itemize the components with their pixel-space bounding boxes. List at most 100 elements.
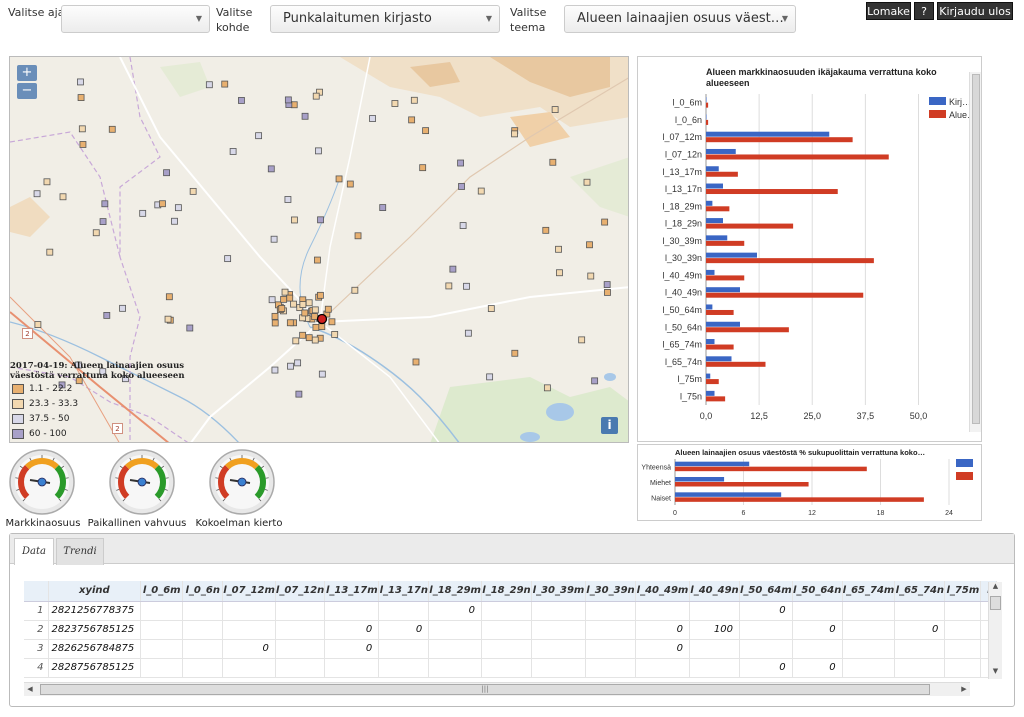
table-horizontal-scrollbar[interactable]: ◀ ||| ▶	[24, 682, 970, 696]
category-label: l_65_74m	[662, 340, 702, 350]
category-label: Naiset	[651, 495, 671, 502]
table-cell	[428, 639, 482, 659]
legend-swatch	[12, 398, 24, 409]
zoom-out-button[interactable]: −	[17, 83, 37, 99]
table-cell	[944, 620, 982, 640]
tab-trendi[interactable]: Trendi	[56, 538, 104, 565]
column-header[interactable]: l_40_49m	[635, 581, 690, 602]
grid-cell	[301, 309, 309, 317]
table-cell	[275, 639, 326, 659]
table-vertical-scrollbar[interactable]: ▲ ▼	[988, 582, 1002, 679]
scroll-up-icon[interactable]: ▲	[989, 582, 1002, 594]
grid-cell	[139, 209, 147, 217]
help-button[interactable]: ?	[914, 2, 934, 20]
teema-select[interactable]: Alueen lainaajien osuus väest… ▼	[564, 5, 796, 33]
teema-value: Alueen lainaajien osuus väest…	[577, 11, 784, 26]
grid-cell	[449, 265, 457, 273]
grid-cell	[604, 289, 611, 296]
table-cell: 0	[635, 620, 690, 640]
table-cell	[792, 601, 843, 621]
column-header[interactable]: l_65_74n	[894, 581, 946, 602]
table-row[interactable]: 3 2826256784875 0 0 0	[24, 639, 998, 659]
bar	[706, 390, 715, 396]
grid-cell	[578, 336, 586, 344]
table-cell: 0	[635, 639, 690, 659]
grid-cell	[287, 362, 294, 370]
category-label: l_13_17m	[662, 167, 702, 177]
grid-cell	[391, 100, 399, 107]
table-cell	[378, 601, 430, 621]
logout-button[interactable]: Kirjaudu ulos	[937, 2, 1013, 20]
scroll-thumb[interactable]	[990, 596, 1001, 610]
bar	[706, 379, 719, 385]
kohde-select[interactable]: Punkalaitumen kirjasto ▼	[270, 5, 500, 33]
scroll-down-icon[interactable]: ▼	[989, 667, 1002, 679]
grid-cell	[119, 304, 126, 312]
chart-scrollbar[interactable]	[969, 72, 981, 432]
ajankohta-select[interactable]: ▼	[61, 5, 210, 33]
column-header[interactable]: l_0_6n	[182, 581, 224, 602]
column-header[interactable]: l_18_29n	[481, 581, 532, 602]
grid-cell	[328, 318, 336, 326]
grid-cell	[551, 106, 559, 113]
grid-cell	[46, 248, 54, 256]
column-header[interactable]: l_0_6m	[140, 581, 184, 602]
column-header[interactable]: l_30_39m	[531, 581, 586, 602]
scroll-right-icon[interactable]: ▶	[958, 683, 970, 696]
grid-cell	[410, 96, 418, 104]
bar	[706, 361, 766, 367]
grid-cell	[290, 300, 297, 308]
bar	[675, 497, 924, 502]
grid-cell	[163, 169, 170, 177]
column-header[interactable]	[24, 581, 49, 602]
table-cell	[842, 620, 896, 640]
gauge-hub	[137, 477, 147, 487]
column-header[interactable]: l_07_12m	[222, 581, 276, 602]
table-row[interactable]: 1 2821256778375 0 0	[24, 601, 998, 621]
category-label: l_30_39m	[662, 236, 702, 246]
bar	[675, 461, 750, 467]
legend-item: 23.3 - 33.3	[10, 396, 210, 411]
xyind-cell: 2828756785125	[48, 658, 142, 678]
legend-title: 2017-04-19: Alueen lainaajien osuus väes…	[10, 361, 185, 381]
table-cell: 0	[324, 620, 380, 640]
table-row[interactable]: 2 2823756785125 0 0 0 100 0 0	[24, 620, 998, 640]
lomake-button[interactable]: Lomake	[866, 2, 911, 20]
teema-label: Valitse teema	[510, 6, 547, 34]
grid-cell	[511, 349, 519, 357]
legend-swatch	[956, 459, 973, 467]
column-header[interactable]: l_40_49n	[689, 581, 740, 602]
table-cell	[689, 639, 740, 659]
tab-data[interactable]: Data	[14, 538, 54, 565]
scroll-left-icon[interactable]: ◀	[24, 683, 36, 696]
grid-cell	[229, 148, 237, 155]
column-header[interactable]: l_50_64n	[792, 581, 843, 602]
column-header[interactable]: l_13_17m	[324, 581, 380, 602]
column-header[interactable]: l_18_29m	[428, 581, 482, 602]
column-header[interactable]: l_30_39n	[585, 581, 636, 602]
column-header[interactable]: l_75m	[944, 581, 982, 602]
scroll-thumb[interactable]: |||	[40, 684, 930, 695]
gauge-label: Markkinaosuus	[5, 518, 81, 529]
column-header[interactable]: l_50_64m	[739, 581, 793, 602]
table-cell	[481, 658, 532, 678]
legend-swatch	[12, 428, 24, 439]
column-header[interactable]: l_65_74m	[842, 581, 896, 602]
column-header[interactable]: l_07_12n	[275, 581, 326, 602]
table-cell	[481, 620, 532, 640]
table-cell	[140, 601, 184, 621]
table-cell	[635, 658, 690, 678]
info-icon[interactable]: i	[601, 417, 618, 434]
grid-cell	[555, 245, 562, 253]
grid-cell	[92, 229, 100, 237]
gender-chart-panel: Alueen lainaajien osuus väestöstä % suku…	[637, 444, 982, 521]
bar	[706, 114, 707, 120]
grid-cell	[165, 293, 173, 301]
table-row[interactable]: 4 2828756785125 0 0	[24, 658, 998, 678]
zoom-in-button[interactable]: +	[17, 65, 37, 81]
map-view[interactable]: + − 2 2 2017-04-19: Alueen lainaajien os…	[9, 56, 629, 443]
category-label: Miehet	[650, 480, 671, 487]
column-header[interactable]: xyind	[48, 581, 142, 602]
bar	[675, 492, 782, 497]
column-header[interactable]: l_13_17n	[378, 581, 430, 602]
